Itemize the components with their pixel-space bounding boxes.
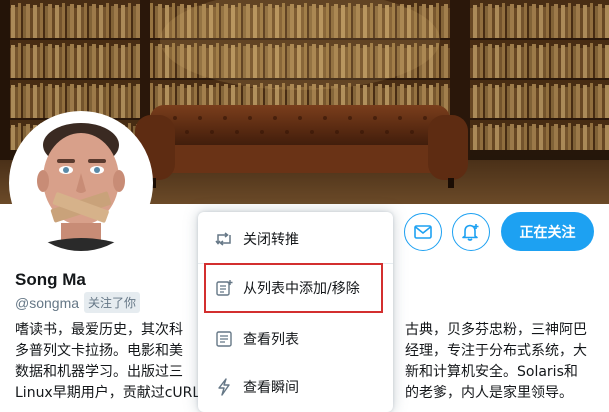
menu-item-label: 查看瞬间 xyxy=(243,380,299,396)
bell-plus-icon xyxy=(461,222,481,242)
profile-name: Song Ma xyxy=(15,270,86,289)
list-icon xyxy=(215,330,233,348)
bio-line: 多普列文卡拉扬。电影和美 xyxy=(15,343,183,359)
menu-item-label: 查看列表 xyxy=(243,332,299,348)
bio-line: 嗜读书，最爱历史，其次科 xyxy=(15,322,183,338)
avatar[interactable] xyxy=(9,111,153,255)
list-add-icon xyxy=(215,279,233,297)
more-actions-menu: 关闭转推 从列表中添加/移除 查看列表 查看瞬间 xyxy=(198,212,393,412)
bio-line: 古典，贝多芬忠粉，三神阿巴 xyxy=(405,322,587,338)
retweet-icon xyxy=(215,230,233,248)
following-button[interactable]: 正在关注 xyxy=(501,212,594,251)
mail-button[interactable] xyxy=(404,213,442,251)
bio-line: 的老爹，内人是家里领导。 xyxy=(405,385,573,401)
bio-line: Linux早期用户，贡献过cURL xyxy=(15,385,201,401)
follows-you-badge: 关注了你 xyxy=(84,292,141,313)
bio-line: 数据和机器学习。出版过三 xyxy=(15,364,183,380)
bio-line: 新和计算机安全。Solaris和 xyxy=(405,364,578,380)
menu-item-turn-off-retweets[interactable]: 关闭转推 xyxy=(198,215,393,263)
notification-button[interactable] xyxy=(452,213,490,251)
menu-item-label: 从列表中添加/移除 xyxy=(243,281,360,297)
handle-row: @songma 关注了你 xyxy=(15,292,141,313)
lightning-icon xyxy=(215,378,233,396)
mail-icon xyxy=(414,225,432,239)
menu-item-view-lists[interactable]: 查看列表 xyxy=(198,315,393,363)
bio-line: 经理，专注于分布式系统，大 xyxy=(405,343,587,359)
menu-item-add-remove-lists[interactable]: 从列表中添加/移除 xyxy=(204,263,383,313)
menu-item-view-moments[interactable]: 查看瞬间 xyxy=(198,363,393,411)
menu-item-label: 关闭转推 xyxy=(243,232,299,248)
profile-handle: @songma xyxy=(15,294,80,311)
